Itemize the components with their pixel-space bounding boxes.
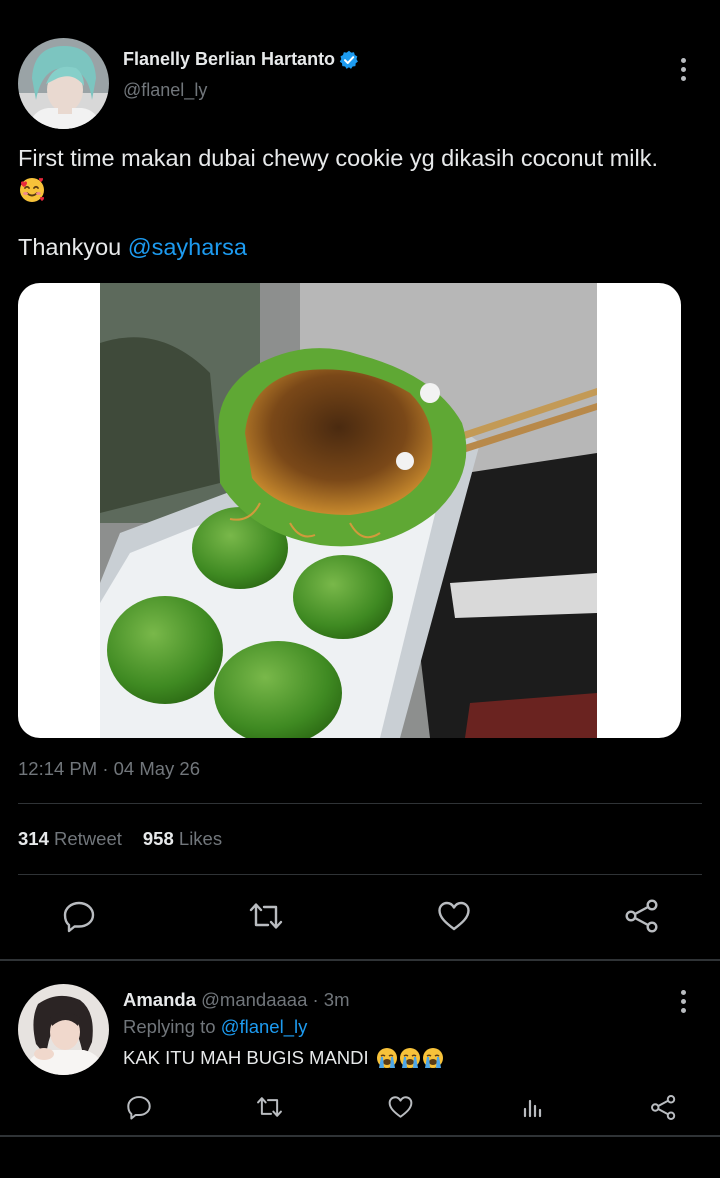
thanks-text: Thankyou [18,234,122,260]
reply-text: KAK ITU MAH BUGIS MANDI [123,1047,369,1068]
likes-stat[interactable]: 958 Likes [143,828,222,850]
share-icon[interactable] [622,896,662,936]
retweet-count: 314 [18,828,49,849]
reply-like-icon[interactable] [385,1092,415,1122]
loudly-crying-face-icon [422,1048,443,1068]
like-icon[interactable] [434,896,474,936]
loudly-crying-face-icon [399,1048,420,1068]
more-options-icon[interactable] [679,58,687,81]
likes-count: 958 [142,828,174,849]
author-avatar[interactable] [18,38,109,129]
reply-time[interactable]: · 3m [313,989,350,1010]
reply-icon[interactable] [59,896,99,936]
retweet-label: Retweet [54,828,122,849]
loudly-crying-face-icon [376,1048,397,1068]
likes-label: Likes [178,828,223,849]
author-name-row: Flanelly Berlian Hartanto [123,49,359,70]
verified-badge-icon [339,50,359,70]
tweet-timestamp[interactable]: 12:14 PM · 04 May 26 [18,758,200,780]
reply-header: Amanda @mandaaaa · 3m [123,989,350,1011]
retweet-stat[interactable]: 314 Retweet [18,828,122,850]
author-handle[interactable]: @flanel_ly [123,80,207,101]
mention-link[interactable]: @sayharsa [128,234,247,260]
tweet-stats: 314 Retweet 958 Likes [18,828,222,850]
reply-more-options-icon[interactable] [679,990,687,1013]
reply-emojis [376,1047,444,1069]
divider-middle [18,874,702,875]
replying-to-link[interactable]: @flanel_ly [221,1016,308,1037]
tweet-text: First time makan dubai chewy cookie yg d… [18,143,718,212]
replying-to: Replying to @flanel_ly [123,1016,307,1038]
tweet-media[interactable] [18,283,681,738]
reply-reply-icon[interactable] [124,1092,154,1122]
reply-retweet-icon[interactable] [253,1092,285,1122]
reply-share-icon[interactable] [648,1092,678,1122]
food-photo [100,283,597,738]
reply-author-avatar[interactable] [18,984,109,1075]
smiling-face-with-hearts-icon [18,176,46,212]
divider-top [18,803,702,804]
section-separator [0,959,720,961]
tweet-thanks: Thankyou @sayharsa [18,232,247,263]
replying-to-prefix: Replying to [123,1016,216,1037]
reply-text-row: KAK ITU MAH BUGIS MANDI [123,1047,444,1069]
author-name[interactable]: Flanelly Berlian Hartanto [123,49,335,70]
analytics-icon[interactable] [518,1092,548,1122]
retweet-icon[interactable] [245,896,287,936]
tweet-text-line: First time makan dubai chewy cookie yg d… [18,145,658,171]
reply-separator [0,1135,720,1137]
reply-author-name[interactable]: Amanda [123,989,196,1010]
reply-author-handle[interactable]: @mandaaaa [201,989,307,1010]
